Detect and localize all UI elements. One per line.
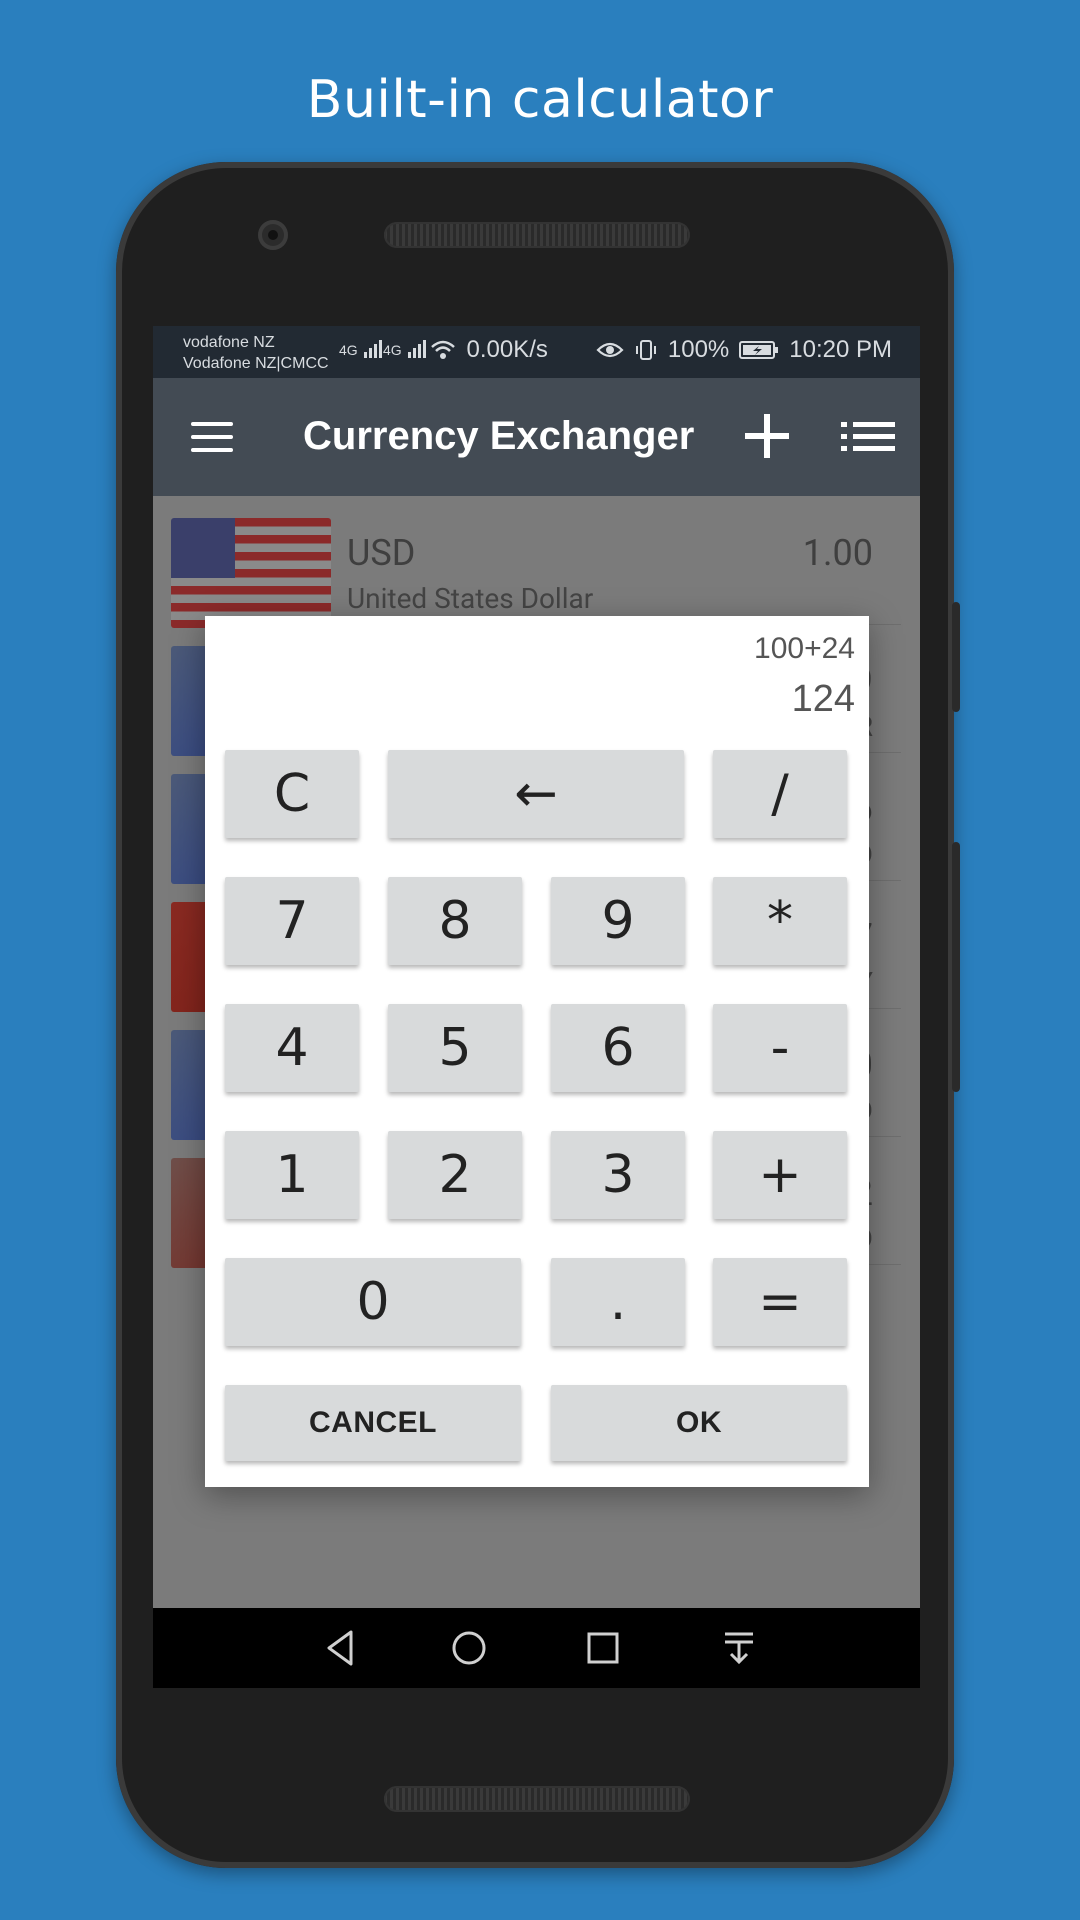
us-flag-icon xyxy=(171,518,331,628)
currency-row-usd[interactable]: USD United States Dollar 1.00 xyxy=(171,496,901,628)
add-icon[interactable] xyxy=(745,414,789,458)
home-icon[interactable] xyxy=(449,1628,489,1668)
currency-value: 1.00 xyxy=(802,532,873,574)
divide-key[interactable]: / xyxy=(713,750,847,838)
list-icon[interactable] xyxy=(841,422,895,452)
battery-icon xyxy=(739,340,779,360)
key-1[interactable]: 1 xyxy=(225,1131,359,1219)
cancel-button[interactable]: CANCEL xyxy=(225,1385,521,1461)
signal-icon: 4G xyxy=(339,338,386,358)
currency-code: USD xyxy=(347,532,416,574)
eye-icon xyxy=(596,340,624,360)
clear-key[interactable]: C xyxy=(225,750,359,838)
app-toolbar: Currency Exchanger xyxy=(153,378,920,496)
carrier-info: vodafone NZ Vodafone NZ|CMCC xyxy=(183,332,329,374)
wifi-icon xyxy=(430,339,456,361)
calculator-expression: 100+24 xyxy=(754,632,855,665)
key-3[interactable]: 3 xyxy=(551,1131,685,1219)
app-title: Currency Exchanger xyxy=(303,414,695,458)
clock: 10:20 PM xyxy=(789,336,892,363)
battery-percent: 100% xyxy=(667,336,730,363)
menu-icon[interactable] xyxy=(191,422,233,452)
key-0[interactable]: 0 xyxy=(225,1258,521,1346)
vibrate-icon xyxy=(634,338,658,362)
network-speed: 0.00K/s xyxy=(466,336,548,363)
side-button xyxy=(952,842,960,1092)
key-5[interactable]: 5 xyxy=(388,1004,522,1092)
key-6[interactable]: 6 xyxy=(551,1004,685,1092)
decimal-key[interactable]: . xyxy=(551,1258,685,1346)
top-speaker xyxy=(384,222,690,248)
front-camera xyxy=(258,220,288,250)
equals-key[interactable]: = xyxy=(713,1258,847,1346)
status-bar: vodafone NZ Vodafone NZ|CMCC 4G 4G 0.00K… xyxy=(153,326,920,378)
calculator-dialog: 100+24 124 C ← / 7 8 9 * 4 5 6 - 1 2 3 +… xyxy=(205,616,869,1487)
headline: Built-in calculator xyxy=(306,70,774,130)
key-2[interactable]: 2 xyxy=(388,1131,522,1219)
notification-pulldown-icon[interactable] xyxy=(719,1628,759,1668)
bottom-speaker xyxy=(384,1786,690,1812)
calculator-result: 124 xyxy=(791,678,855,720)
carrier-line-1: vodafone NZ xyxy=(183,334,275,351)
key-7[interactable]: 7 xyxy=(225,877,359,965)
key-8[interactable]: 8 xyxy=(388,877,522,965)
plus-key[interactable]: + xyxy=(713,1131,847,1219)
key-9[interactable]: 9 xyxy=(551,877,685,965)
signal-type-2: 4G xyxy=(383,342,402,358)
recents-icon[interactable] xyxy=(583,1628,623,1668)
currency-name: United States Dollar xyxy=(347,582,594,615)
multiply-key[interactable]: * xyxy=(713,877,847,965)
carrier-line-2: Vodafone NZ|CMCC xyxy=(183,355,329,372)
minus-key[interactable]: - xyxy=(713,1004,847,1092)
system-nav-bar xyxy=(153,1608,920,1688)
side-button xyxy=(952,602,960,712)
status-right: 0.00K/s 100% 10:20 PM xyxy=(430,336,892,364)
back-icon[interactable] xyxy=(321,1628,361,1668)
backspace-key[interactable]: ← xyxy=(388,750,684,838)
ok-button[interactable]: OK xyxy=(551,1385,847,1461)
key-4[interactable]: 4 xyxy=(225,1004,359,1092)
signal-type-1: 4G xyxy=(339,342,358,358)
signal-icon: 4G xyxy=(383,338,430,358)
